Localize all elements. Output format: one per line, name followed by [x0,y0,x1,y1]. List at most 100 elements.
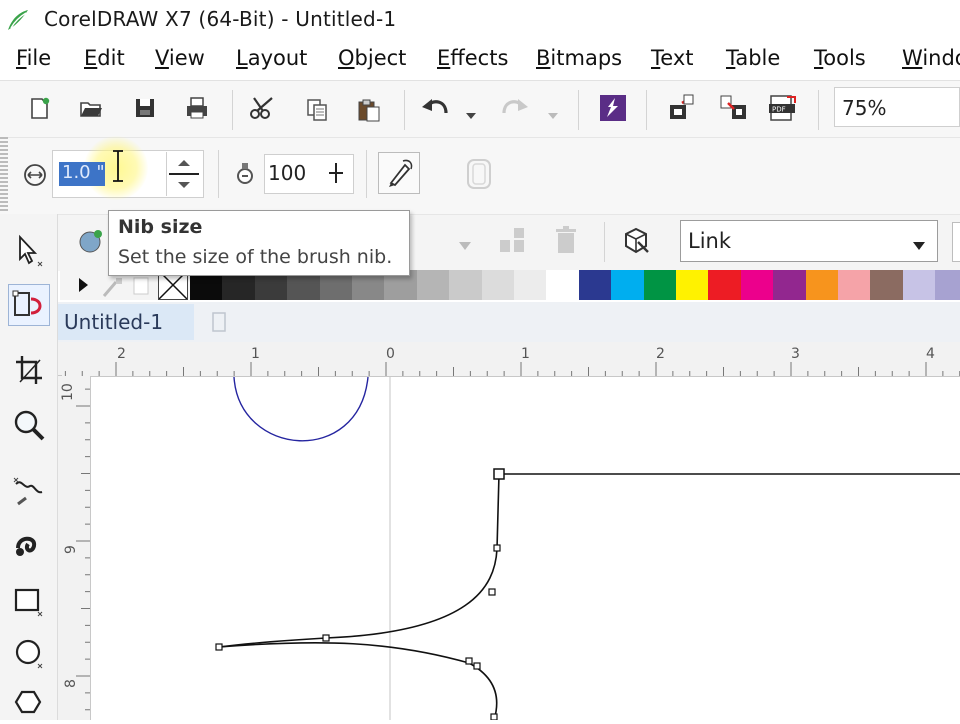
preset-dropdown-chevron-icon[interactable] [458,236,472,250]
curve-nodes[interactable] [215,544,501,721]
nib-size-spinner[interactable] [166,152,201,196]
hruler-label: 3 [791,346,800,362]
color-swatch[interactable] [773,270,807,300]
curve-node[interactable] [465,657,473,665]
new-document-icon[interactable] [22,91,56,125]
new-tab-icon[interactable] [208,310,230,334]
svg-text:PDF: PDF [772,106,786,114]
link-mode-value: Link [688,229,732,253]
color-docker-icon[interactable] [130,274,154,298]
overflow-field[interactable] [952,222,960,262]
open-folder-icon[interactable] [74,91,108,125]
export-icon[interactable] [716,91,750,125]
toolbar-separator [232,90,233,130]
search-content-icon[interactable] [596,91,630,125]
color-swatch[interactable] [935,270,960,300]
menu-edit[interactable]: Edit [84,46,125,70]
color-swatch[interactable] [578,270,612,300]
curve-node[interactable] [490,713,498,721]
color-swatch[interactable] [611,270,645,300]
print-icon[interactable] [180,91,214,125]
drawing-canvas[interactable] [91,376,960,721]
color-swatch[interactable] [514,270,547,300]
hruler-label: 4 [926,346,935,362]
eyedropper-icon[interactable] [100,276,124,298]
redo-icon[interactable] [498,91,532,125]
color-swatch[interactable] [902,270,936,300]
color-swatch[interactable] [676,270,709,300]
vruler-label: 10 [60,383,76,401]
horizontal-ruler[interactable] [62,342,960,377]
shape-tool-icon[interactable] [8,284,50,326]
menu-file[interactable]: File [16,46,51,70]
tooltip-description: Set the size of the brush nib. [118,246,393,268]
pick-tool-icon[interactable] [14,234,44,268]
freehand-tool-icon[interactable] [12,474,46,510]
window-title: CorelDRAW X7 (64-Bit) - Untitled-1 [44,7,397,31]
vruler-label: 9 [63,545,79,554]
curve-node[interactable] [473,662,481,670]
menu-object[interactable]: Object [338,46,406,70]
toolbar-separator [578,90,579,130]
color-swatch[interactable] [546,270,580,300]
color-swatch[interactable] [838,270,871,300]
selected-node[interactable] [493,468,505,480]
palette-scroll-arrow-icon[interactable] [76,276,90,294]
zoom-level-value: 75% [842,96,887,120]
import-icon[interactable] [664,91,698,125]
redo-dropdown-chevron-icon[interactable] [548,104,558,119]
hruler-label: 0 [386,346,395,362]
zoom-tool-icon[interactable] [12,408,46,444]
menu-effects[interactable]: Effects [437,46,508,70]
menu-bitmaps[interactable]: Bitmaps [536,46,622,70]
curve-node[interactable] [493,544,501,552]
ellipse-tool-icon[interactable] [12,636,46,670]
upper-curve[interactable] [218,473,500,648]
toolbar-separator [818,90,819,130]
hruler-label: 2 [656,346,665,362]
nib-size-icon [22,162,48,188]
menu-tools[interactable]: Tools [814,46,866,70]
paste-icon[interactable] [352,93,386,127]
color-swatch[interactable] [481,270,515,300]
color-swatch[interactable] [740,270,774,300]
lower-curve[interactable] [218,641,498,721]
menu-layout[interactable]: Layout [236,46,307,70]
color-swatch[interactable] [643,270,677,300]
polygon-tool-icon[interactable] [12,688,46,720]
crop-tool-icon[interactable] [14,354,44,388]
object-properties-icon[interactable] [620,226,652,256]
menu-text[interactable]: Text [651,46,693,70]
coreldraw-logo-icon [8,10,28,30]
delete-preset-icon[interactable] [552,224,580,256]
publish-pdf-icon[interactable]: PDF [766,91,800,125]
toolbar-grip[interactable] [0,137,8,213]
color-swatch[interactable] [870,270,904,300]
rectangle-tool-icon[interactable] [12,584,46,618]
cut-icon[interactable] [246,91,280,125]
color-swatch[interactable] [449,270,483,300]
menu-view[interactable]: View [155,46,205,70]
menu-table[interactable]: Table [726,46,780,70]
pressure-pen-button[interactable] [378,152,420,194]
artistic-media-tool-icon[interactable] [78,228,104,254]
toolbar-separator [404,90,405,130]
save-icon[interactable] [128,91,162,125]
curve-node[interactable] [215,643,223,651]
smoothing-slider-toggle[interactable] [326,160,346,186]
brush-preset-icon[interactable] [462,156,496,192]
link-mode-chevron-icon[interactable] [912,236,926,250]
undo-dropdown-chevron-icon[interactable] [466,104,476,119]
color-swatch[interactable] [805,270,839,300]
color-swatch[interactable] [416,270,450,300]
copy-icon[interactable] [300,93,334,127]
add-preset-icon[interactable] [496,226,532,256]
curve-node[interactable] [322,634,330,642]
undo-icon[interactable] [418,91,452,125]
semicircle-curve[interactable] [233,376,369,442]
curve-node[interactable] [488,588,496,596]
color-swatch[interactable] [708,270,742,300]
artistic-media-brush-icon[interactable] [12,528,46,564]
menu-window[interactable]: Windo [902,46,960,70]
smoothing-value: 100 [268,161,307,185]
